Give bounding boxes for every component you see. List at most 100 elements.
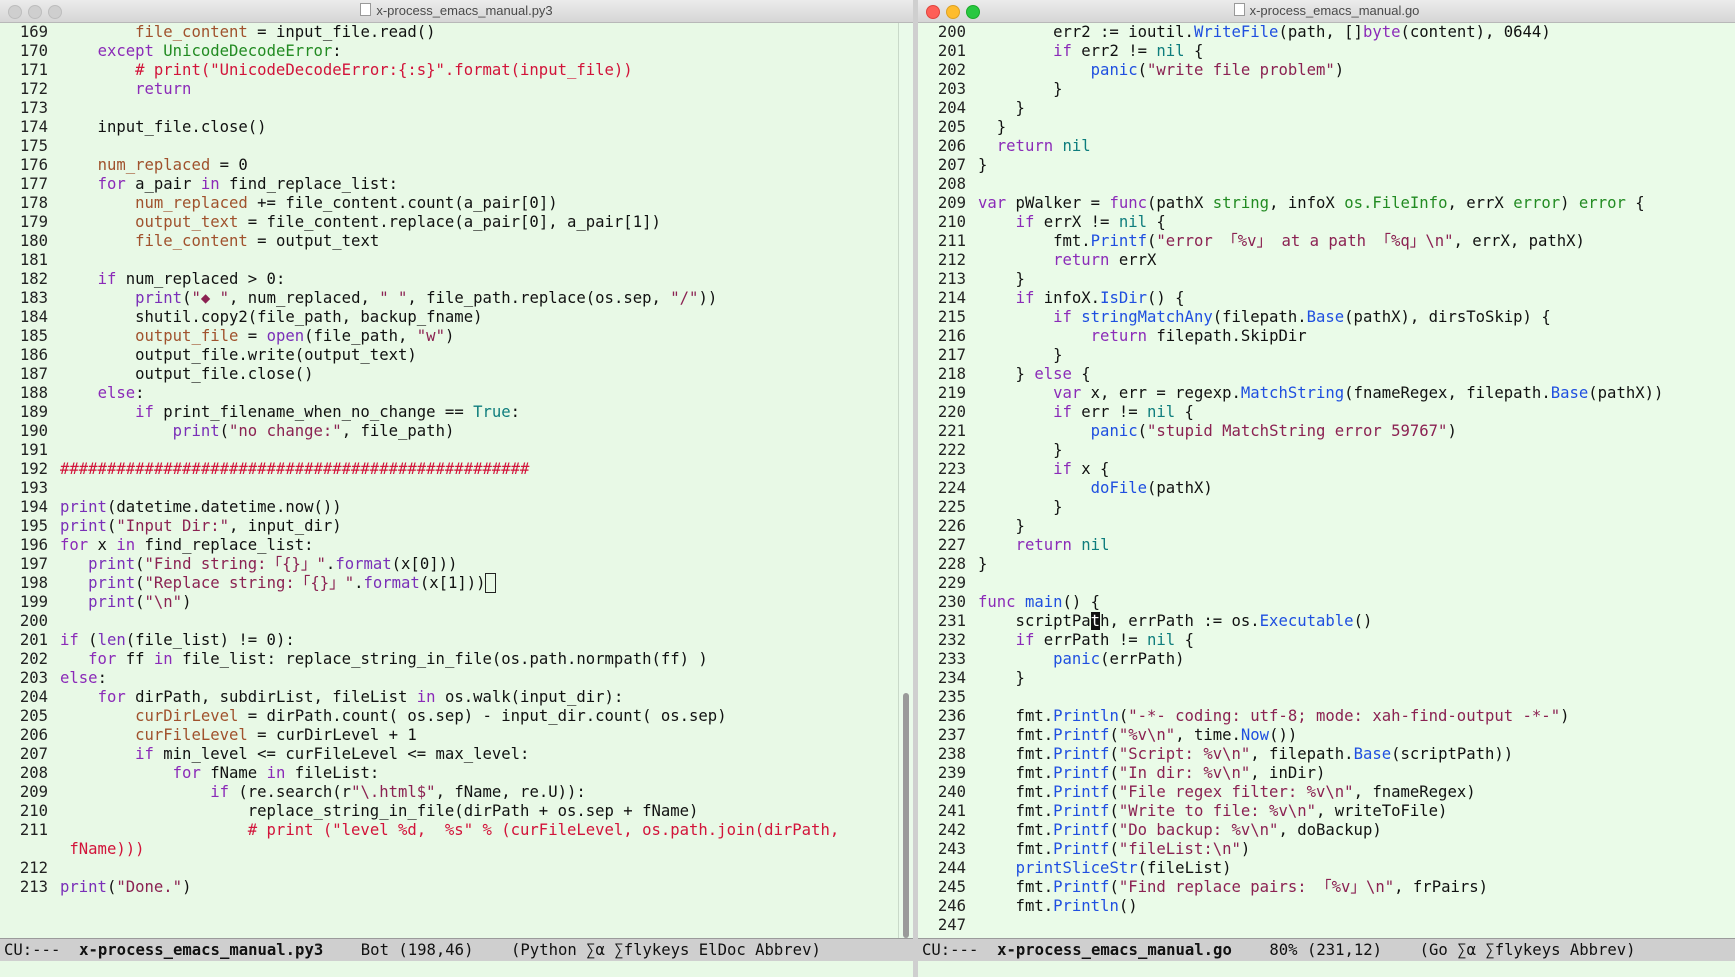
code-line[interactable]: fName))) — [0, 840, 913, 859]
code-line[interactable]: 173 — [0, 99, 913, 118]
code-line[interactable]: 186 output_file.write(output_text) — [0, 346, 913, 365]
code-line[interactable]: 204 for dirPath, subdirList, fileList in… — [0, 688, 913, 707]
code-line[interactable]: 172 return — [0, 80, 913, 99]
code-line[interactable]: 212 return errX — [918, 251, 1735, 270]
code-line[interactable]: 202 panic("write file problem") — [918, 61, 1735, 80]
right-title-bar[interactable]: x-process_emacs_manual.go — [918, 0, 1735, 23]
code-line[interactable]: 177 for a_pair in find_replace_list: — [0, 175, 913, 194]
code-line[interactable]: 224 doFile(pathX) — [918, 479, 1735, 498]
code-line[interactable]: 203 } — [918, 80, 1735, 99]
code-line[interactable]: 181 — [0, 251, 913, 270]
code-line[interactable]: 202 for ff in file_list: replace_string_… — [0, 650, 913, 669]
code-line[interactable]: 201 if err2 != nil { — [918, 42, 1735, 61]
code-line[interactable]: 247 — [918, 916, 1735, 935]
code-line[interactable]: 210 if errX != nil { — [918, 213, 1735, 232]
code-line[interactable]: 225 } — [918, 498, 1735, 517]
code-line[interactable]: 175 — [0, 137, 913, 156]
code-line[interactable]: 171 # print("UnicodeDecodeError:{:s}".fo… — [0, 61, 913, 80]
code-line[interactable]: 241 fmt.Printf("Write to file: %v\n", wr… — [918, 802, 1735, 821]
code-line[interactable]: 235 — [918, 688, 1735, 707]
code-line[interactable]: 211 # print ("level %d, %s" % (curFileLe… — [0, 821, 913, 840]
code-line[interactable]: 227 return nil — [918, 536, 1735, 555]
code-line[interactable]: 244 printSliceStr(fileList) — [918, 859, 1735, 878]
code-line[interactable]: 223 if x { — [918, 460, 1735, 479]
code-line[interactable]: 239 fmt.Printf("In dir: %v\n", inDir) — [918, 764, 1735, 783]
code-line[interactable]: 226 } — [918, 517, 1735, 536]
code-line[interactable]: 245 fmt.Printf("Find replace pairs: 「%v」… — [918, 878, 1735, 897]
code-line[interactable]: 215 if stringMatchAny(filepath.Base(path… — [918, 308, 1735, 327]
code-line[interactable]: 229 — [918, 574, 1735, 593]
code-line[interactable]: 176 num_replaced = 0 — [0, 156, 913, 175]
code-line[interactable]: 209 var pWalker = func(pathX string, info… — [918, 194, 1735, 213]
code-line[interactable]: 189 if print_filename_when_no_change == … — [0, 403, 913, 422]
code-line[interactable]: 187 output_file.close() — [0, 365, 913, 384]
code-line[interactable]: 199 print("\n") — [0, 593, 913, 612]
code-line[interactable]: 213 print("Done.") — [0, 878, 913, 897]
code-line[interactable]: 242 fmt.Printf("Do backup: %v\n", doBack… — [918, 821, 1735, 840]
code-line[interactable]: 198 print("Replace string:「{}」".format(x… — [0, 573, 913, 593]
code-line[interactable]: 188 else: — [0, 384, 913, 403]
code-line[interactable]: 200 err2 := ioutil.WriteFile(path, []byt… — [918, 23, 1735, 42]
code-line[interactable]: 203 else: — [0, 669, 913, 688]
code-line[interactable]: 238 fmt.Printf("Script: %v\n", filepath.… — [918, 745, 1735, 764]
code-line[interactable]: 246 fmt.Println() — [918, 897, 1735, 916]
code-line[interactable]: 194 print(datetime.datetime.now()) — [0, 498, 913, 517]
code-line[interactable]: 208 for fName in fileList: — [0, 764, 913, 783]
code-line[interactable]: 222 } — [918, 441, 1735, 460]
code-line[interactable]: 237 fmt.Printf("%v\n", time.Now()) — [918, 726, 1735, 745]
code-line[interactable]: 185 output_file = open(file_path, "w") — [0, 327, 913, 346]
code-line[interactable]: 218 } else { — [918, 365, 1735, 384]
code-line[interactable]: 184 shutil.copy2(file_path, backup_fname… — [0, 308, 913, 327]
code-line[interactable]: 240 fmt.Printf("File regex filter: %v\n"… — [918, 783, 1735, 802]
code-line[interactable]: 200 — [0, 612, 913, 631]
go-editor-window[interactable]: x-process_emacs_manual.go 200 err2 := io… — [918, 0, 1735, 977]
code-line[interactable]: 192 #####################################… — [0, 460, 913, 479]
code-line[interactable]: 214 if infoX.IsDir() { — [918, 289, 1735, 308]
code-line[interactable]: 234 } — [918, 669, 1735, 688]
code-line[interactable]: 179 output_text = file_content.replace(a… — [0, 213, 913, 232]
code-line[interactable]: 228} — [918, 555, 1735, 574]
code-line[interactable]: 205 } — [918, 118, 1735, 137]
code-line[interactable]: 170 except UnicodeDecodeError: — [0, 42, 913, 61]
code-line[interactable]: 208 — [918, 175, 1735, 194]
left-title-bar[interactable]: x-process_emacs_manual.py3 — [0, 0, 913, 23]
code-line[interactable]: 236 fmt.Println("-*- coding: utf-8; mode… — [918, 707, 1735, 726]
code-line[interactable]: 193 — [0, 479, 913, 498]
code-line[interactable]: 216 return filepath.SkipDir — [918, 327, 1735, 346]
code-line[interactable]: 233 panic(errPath) — [918, 650, 1735, 669]
code-line[interactable]: 212 — [0, 859, 913, 878]
python-editor-window[interactable]: x-process_emacs_manual.py3 169 file_cont… — [0, 0, 913, 977]
code-line[interactable]: 210 replace_string_in_file(dirPath + os.… — [0, 802, 913, 821]
code-line[interactable]: 206 curFileLevel = curDirLevel + 1 — [0, 726, 913, 745]
code-line[interactable]: 195 print("Input Dir:", input_dir) — [0, 517, 913, 536]
code-line[interactable]: 190 print("no change:", file_path) — [0, 422, 913, 441]
code-line[interactable]: 220 if err != nil { — [918, 403, 1735, 422]
left-scroll-thumb[interactable] — [903, 693, 909, 938]
code-line[interactable]: 196 for x in find_replace_list: — [0, 536, 913, 555]
code-line[interactable]: 217 } — [918, 346, 1735, 365]
code-line[interactable]: 207 if min_level <= curFileLevel <= max_… — [0, 745, 913, 764]
code-line[interactable]: 209 if (re.search(r"\.html$", fName, re.… — [0, 783, 913, 802]
code-line[interactable]: 206 return nil — [918, 137, 1735, 156]
code-line[interactable]: 201 if (len(file_list) != 0): — [0, 631, 913, 650]
code-line[interactable]: 221 panic("stupid MatchString error 5976… — [918, 422, 1735, 441]
code-line[interactable]: 232 if errPath != nil { — [918, 631, 1735, 650]
code-line[interactable]: 183 print("◆ ", num_replaced, " ", file_… — [0, 289, 913, 308]
code-line[interactable]: 174 input_file.close() — [0, 118, 913, 137]
code-line[interactable]: 180 file_content = output_text — [0, 232, 913, 251]
code-line[interactable]: 231 scriptPath, errPath := os.Executable… — [918, 612, 1735, 631]
code-line[interactable]: 178 num_replaced += file_content.count(a… — [0, 194, 913, 213]
python-code-area[interactable]: 169 file_content = input_file.read() 170 … — [0, 23, 913, 938]
code-line[interactable]: 197 print("Find string:「{}」".format(x[0]… — [0, 555, 913, 574]
code-line[interactable]: 207} — [918, 156, 1735, 175]
code-line[interactable]: 230 func main() { — [918, 593, 1735, 612]
code-line[interactable]: 211 fmt.Printf("error 「%v」 at a path 「%q… — [918, 232, 1735, 251]
code-line[interactable]: 205 curDirLevel = dirPath.count( os.sep)… — [0, 707, 913, 726]
code-line[interactable]: 213 } — [918, 270, 1735, 289]
code-line[interactable]: 191 — [0, 441, 913, 460]
code-line[interactable]: 182 if num_replaced > 0: — [0, 270, 913, 289]
go-code-area[interactable]: 200 err2 := ioutil.WriteFile(path, []byt… — [918, 23, 1735, 938]
code-line[interactable]: 219 var x, err = regexp.MatchString(fnam… — [918, 384, 1735, 403]
code-line[interactable]: 204 } — [918, 99, 1735, 118]
code-line[interactable]: 243 fmt.Printf("fileList:\n") — [918, 840, 1735, 859]
